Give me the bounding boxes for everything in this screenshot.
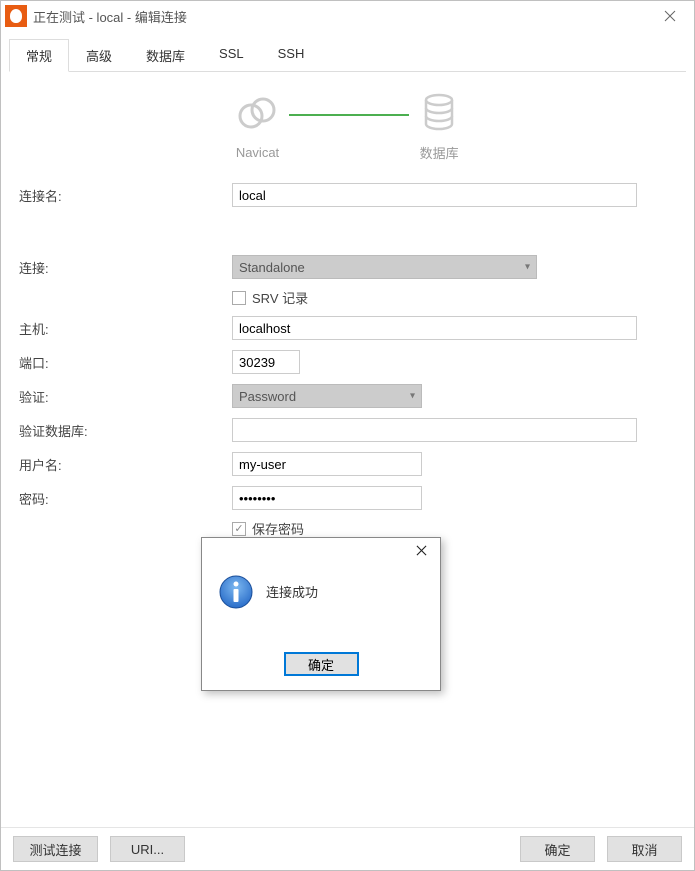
password-input[interactable] bbox=[232, 486, 422, 510]
footer: 测试连接 URI... 确定 取消 bbox=[1, 827, 694, 870]
connection-type-select[interactable]: Standalone ▾ bbox=[232, 255, 537, 279]
chevron-down-icon: ▾ bbox=[410, 391, 415, 402]
save-password-row: ✓ 保存密码 bbox=[232, 519, 678, 538]
connection-type-value: Standalone bbox=[239, 260, 305, 275]
tab-general[interactable]: 常规 bbox=[9, 39, 69, 72]
password-label: 密码: bbox=[17, 489, 232, 508]
connection-name-label: 连接名: bbox=[17, 186, 232, 205]
form: 连接名: 连接: Standalone ▾ SRV 记录 主机: 端口 bbox=[17, 182, 678, 538]
tab-database[interactable]: 数据库 bbox=[129, 39, 202, 71]
save-password-label: 保存密码 bbox=[252, 519, 304, 538]
diagram-navicat: Navicat bbox=[236, 94, 279, 160]
window-close-button[interactable] bbox=[650, 1, 690, 31]
save-password-checkbox[interactable]: ✓ bbox=[232, 522, 246, 536]
dialog-message: 连接成功 bbox=[266, 574, 318, 601]
tab-advanced[interactable]: 高级 bbox=[69, 39, 129, 71]
srv-checkbox-row: SRV 记录 bbox=[232, 288, 678, 307]
main-window: 正在测试 - local - 编辑连接 常规 高级 数据库 SSL SSH Na… bbox=[0, 0, 695, 871]
info-icon bbox=[218, 574, 254, 613]
titlebar: 正在测试 - local - 编辑连接 bbox=[1, 1, 694, 31]
navicat-icon bbox=[237, 94, 277, 137]
message-dialog: 连接成功 确定 bbox=[201, 537, 441, 691]
srv-checkbox[interactable] bbox=[232, 291, 246, 305]
authdb-label: 验证数据库: bbox=[17, 421, 232, 440]
dialog-body: 连接成功 bbox=[202, 562, 440, 652]
diagram-navicat-label: Navicat bbox=[236, 145, 279, 160]
database-icon bbox=[419, 92, 459, 135]
close-icon bbox=[664, 10, 676, 22]
auth-value: Password bbox=[239, 389, 296, 404]
ok-button[interactable]: 确定 bbox=[520, 836, 595, 862]
connection-diagram: Navicat 数据库 bbox=[17, 92, 678, 162]
tab-ssh[interactable]: SSH bbox=[261, 39, 322, 71]
dialog-ok-button[interactable]: 确定 bbox=[284, 652, 359, 676]
close-icon bbox=[416, 545, 427, 556]
diagram-database: 数据库 bbox=[419, 92, 459, 162]
uri-button[interactable]: URI... bbox=[110, 836, 185, 862]
host-input[interactable] bbox=[232, 316, 637, 340]
host-label: 主机: bbox=[17, 319, 232, 338]
auth-label: 验证: bbox=[17, 387, 232, 406]
username-input[interactable] bbox=[232, 452, 422, 476]
diagram-database-label: 数据库 bbox=[420, 143, 459, 162]
chevron-down-icon: ▾ bbox=[525, 262, 530, 273]
tab-ssl[interactable]: SSL bbox=[202, 39, 261, 71]
auth-select[interactable]: Password ▾ bbox=[232, 384, 422, 408]
port-input[interactable] bbox=[232, 350, 300, 374]
window-title: 正在测试 - local - 编辑连接 bbox=[33, 7, 650, 26]
tabs: 常规 高级 数据库 SSL SSH bbox=[9, 39, 686, 72]
username-label: 用户名: bbox=[17, 455, 232, 474]
connection-name-input[interactable] bbox=[232, 183, 637, 207]
content: Navicat 数据库 连接名: 连接: Standalone ▾ bbox=[1, 72, 694, 827]
connection-type-label: 连接: bbox=[17, 258, 232, 277]
test-connection-button[interactable]: 测试连接 bbox=[13, 836, 98, 862]
diagram-connector bbox=[289, 114, 409, 116]
srv-checkbox-label: SRV 记录 bbox=[252, 288, 308, 307]
dialog-titlebar bbox=[202, 538, 440, 562]
authdb-input[interactable] bbox=[232, 418, 637, 442]
port-label: 端口: bbox=[17, 353, 232, 372]
cancel-button[interactable]: 取消 bbox=[607, 836, 682, 862]
app-icon bbox=[5, 5, 27, 27]
dialog-close-button[interactable] bbox=[406, 539, 436, 561]
dialog-footer: 确定 bbox=[202, 652, 440, 690]
